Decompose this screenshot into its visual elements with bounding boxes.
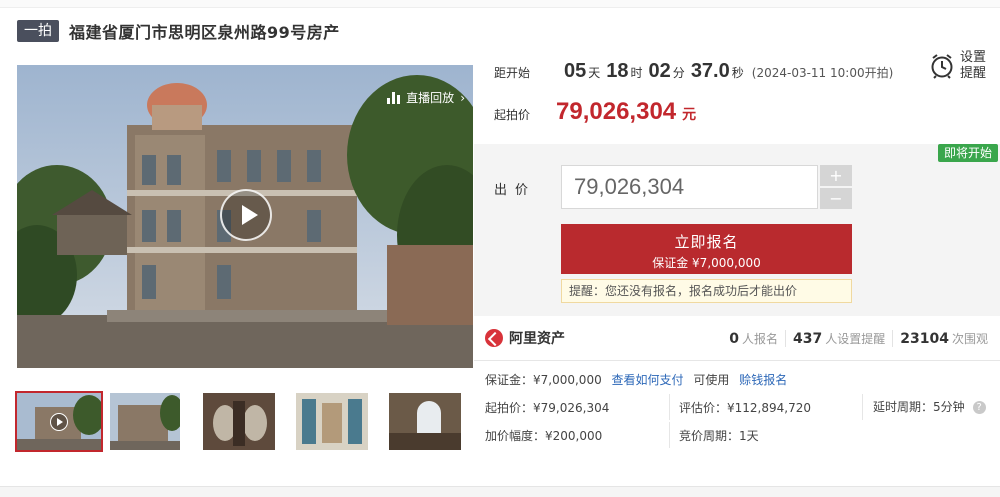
- start-time: (2024-03-11 10:00开拍): [751, 66, 894, 80]
- thumbnail-video[interactable]: [15, 391, 103, 452]
- register-now-button[interactable]: 立即报名 保证金 ¥7,000,000: [561, 224, 852, 274]
- stat-number: 23104: [900, 330, 949, 347]
- countdown: 距开始 05 天 18 时 02 分 37.0 秒 (2024-03-11 10…: [494, 60, 893, 86]
- ali-assets-logo[interactable]: 阿里资产: [485, 328, 565, 348]
- countdown-minutes-unit: 分: [672, 66, 685, 80]
- thumbnail-photo[interactable]: [110, 393, 194, 450]
- bid-cycle: 竞价周期：1天: [679, 429, 759, 443]
- available-label: 可使用: [693, 373, 730, 387]
- auction-stats: 0 人报名 437 人设置提醒 23104 次围观: [722, 329, 995, 347]
- set-reminder-label: 设置提醒: [960, 50, 987, 81]
- thumbnail-photo[interactable]: [296, 393, 380, 450]
- platform-row: 阿里资产 0 人报名 437 人设置提醒 23104 次围观: [485, 324, 995, 352]
- live-replay-button[interactable]: 直播回放 ›: [387, 89, 465, 106]
- bid-panel: 即将开始 出价 79,026,304 + − 立即报名 保证金 ¥7,000,0…: [474, 144, 1000, 316]
- register-now-label: 立即报名: [674, 233, 739, 251]
- top-strip: [0, 0, 1000, 8]
- chevron-right-icon: ›: [460, 90, 465, 105]
- chart-bars-icon: [387, 91, 401, 104]
- deposit-info: 保证金：¥7,000,000 查看如何支付 可使用 赊钱报名: [485, 371, 787, 388]
- pay-later-link[interactable]: 赊钱报名: [739, 373, 787, 387]
- stat-reminders: 437 人设置提醒: [785, 329, 892, 347]
- divider: [669, 394, 670, 420]
- bid-amount-input[interactable]: 79,026,304: [561, 165, 818, 209]
- live-replay-label: 直播回放: [406, 91, 455, 105]
- countdown-days: 05: [564, 60, 587, 82]
- divider: [862, 394, 863, 420]
- countdown-seconds-unit: 秒: [731, 66, 744, 80]
- platform-name: 阿里资产: [509, 331, 565, 347]
- start-price-row: 起拍价 79,026,304 元: [494, 98, 696, 128]
- stat-views: 23104 次围观: [892, 329, 995, 347]
- bottom-strip: [0, 486, 1000, 497]
- thumbnail-photo[interactable]: [203, 393, 287, 450]
- title-row: 一拍 福建省厦门市思明区泉州路99号房产: [17, 20, 340, 42]
- divider: [669, 422, 670, 448]
- thumbnail-strip: [15, 391, 482, 452]
- countdown-hours-unit: 时: [630, 66, 643, 80]
- bid-increment: 加价幅度：¥200,000: [485, 429, 603, 443]
- countdown-label: 距开始: [494, 66, 531, 80]
- play-icon: [50, 413, 68, 431]
- countdown-hours: 18: [606, 60, 629, 82]
- play-icon[interactable]: [220, 189, 272, 241]
- bid-stepper: + −: [820, 165, 852, 211]
- stat-text: 人设置提醒: [825, 331, 886, 346]
- stat-number: 437: [793, 330, 823, 347]
- status-badge: 即将开始: [937, 144, 998, 162]
- stat-number: 0: [729, 330, 739, 347]
- how-to-pay-link[interactable]: 查看如何支付: [612, 373, 684, 387]
- stat-text: 人报名: [742, 331, 779, 346]
- set-reminder-button[interactable]: 设置提醒: [930, 50, 986, 82]
- decrease-bid-button[interactable]: −: [820, 188, 852, 209]
- divider: [474, 360, 1000, 361]
- start-price-value: 79,026,304: [556, 98, 677, 125]
- thumbnail-photo[interactable]: [389, 393, 473, 450]
- extension-period: 延时周期：5分钟?: [873, 398, 986, 415]
- stat-registrations: 0 人报名: [722, 330, 785, 347]
- help-icon[interactable]: ?: [972, 401, 986, 414]
- register-notice: 提醒：您还没有报名，报名成功后才能出价: [561, 279, 852, 303]
- bid-label: 出价: [494, 183, 537, 198]
- appraisal-price: 评估价：¥112,894,720: [679, 401, 811, 415]
- deposit-amount: 保证金：¥7,000,000: [485, 373, 602, 387]
- start-price-detail: 起拍价：¥79,026,304: [485, 401, 610, 415]
- countdown-minutes: 02: [648, 60, 671, 82]
- alarm-clock-icon: [931, 54, 953, 79]
- page-title: 福建省厦门市思明区泉州路99号房产: [69, 23, 340, 42]
- register-deposit-label: 保证金 ¥7,000,000: [652, 256, 761, 270]
- increase-bid-button[interactable]: +: [820, 165, 852, 186]
- auction-round-tag: 一拍: [17, 20, 59, 42]
- start-price-unit: 元: [682, 107, 697, 123]
- start-price-label: 起拍价: [494, 108, 531, 122]
- countdown-days-unit: 天: [588, 66, 601, 80]
- stat-text: 次围观: [951, 331, 988, 346]
- extension-period-text: 延时周期：5分钟: [873, 400, 965, 414]
- ali-assets-logo-icon: [485, 329, 503, 347]
- main-property-photo[interactable]: 直播回放 ›: [17, 65, 473, 368]
- countdown-seconds: 37.0: [690, 60, 730, 82]
